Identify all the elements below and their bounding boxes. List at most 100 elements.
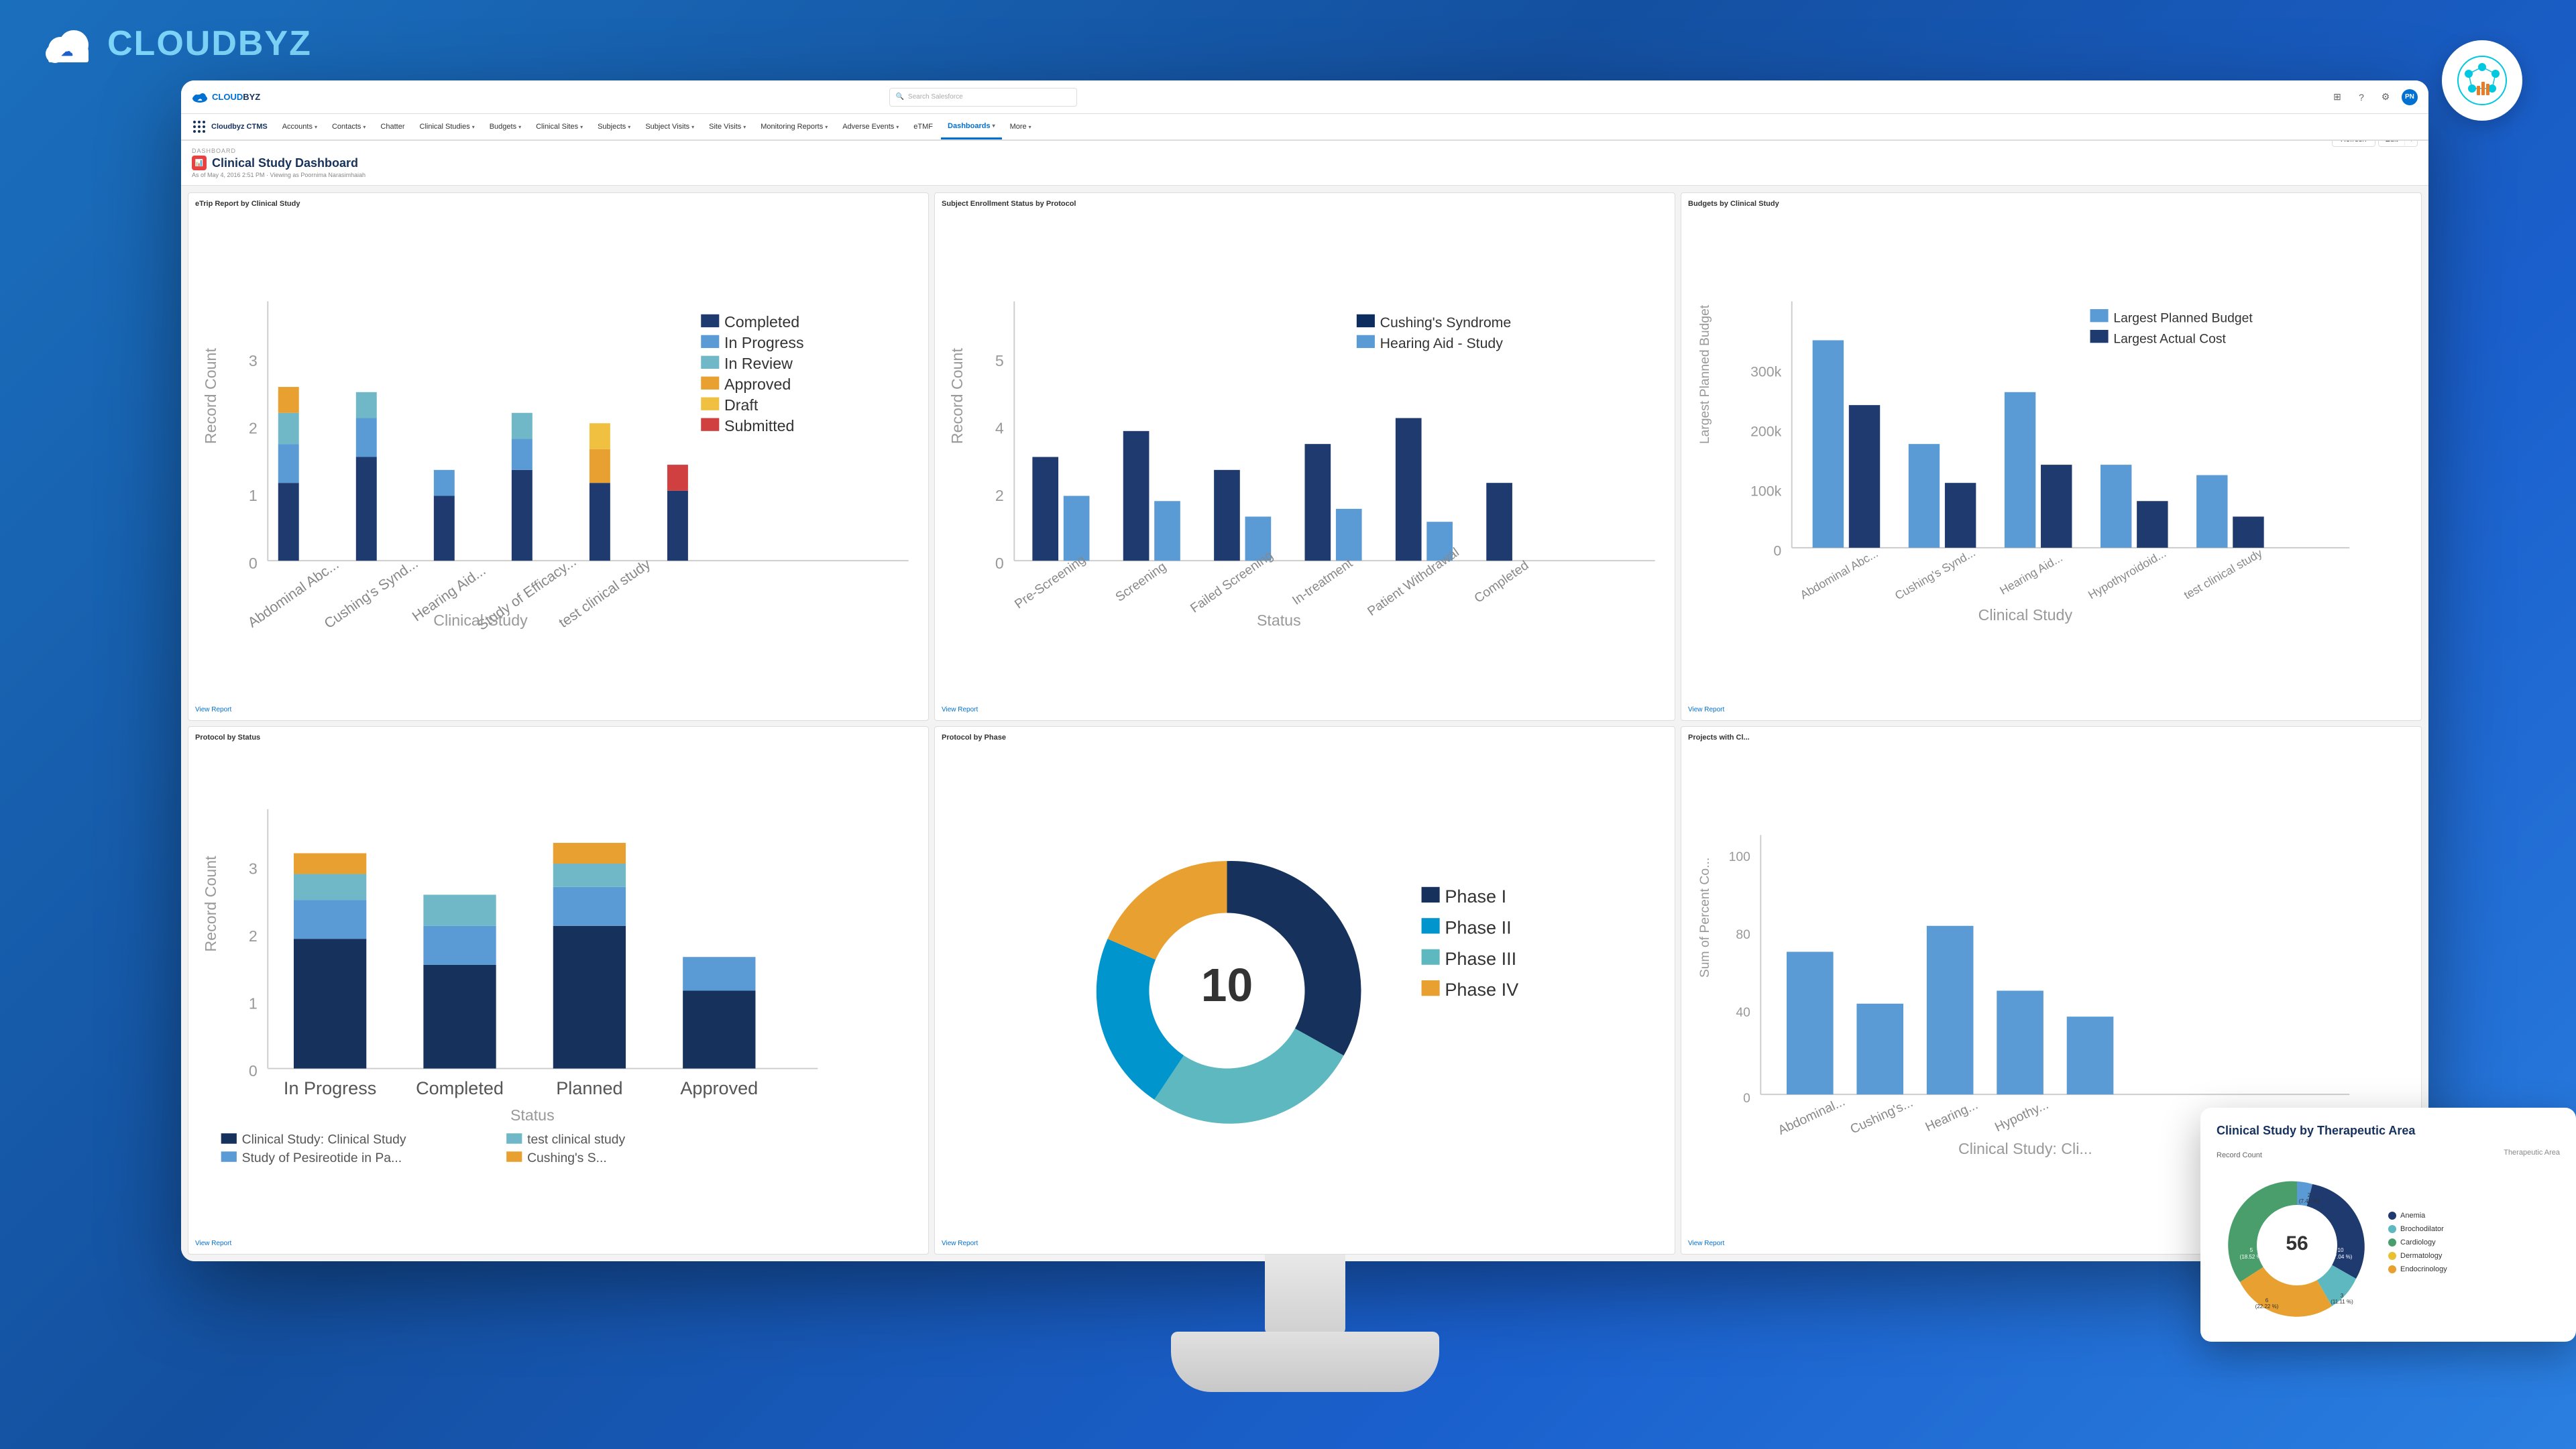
monitor-screen: ☁ CLOUDBYZ 🔍 Search Salesforce ⊞ ? ⚙ PN bbox=[181, 80, 2428, 1261]
nav-item-budgets[interactable]: Budgets ▾ bbox=[483, 114, 528, 139]
svg-text:0: 0 bbox=[1743, 1092, 1750, 1106]
svg-text:3: 3 bbox=[249, 352, 258, 369]
etrip-view-report[interactable]: View Report bbox=[195, 706, 921, 713]
nav-item-adverse-events[interactable]: Adverse Events ▾ bbox=[836, 114, 905, 139]
svg-text:Cushing's...: Cushing's... bbox=[1848, 1096, 1915, 1137]
legend-dot-cardiology bbox=[2388, 1238, 2396, 1247]
svg-text:Clinical Study: Clinical Study bbox=[1978, 606, 2073, 624]
monitor-wrapper: ☁ CLOUDBYZ 🔍 Search Salesforce ⊞ ? ⚙ PN bbox=[181, 80, 2428, 1395]
enrollment-chart-body: 0 2 4 5 bbox=[942, 211, 1668, 703]
nav-item-more[interactable]: More ▾ bbox=[1003, 114, 1038, 139]
enrollment-view-report[interactable]: View Report bbox=[942, 706, 1668, 713]
svg-text:200k: 200k bbox=[1750, 424, 1781, 440]
svg-text:In Progress: In Progress bbox=[284, 1078, 376, 1098]
enrollment-title: Subject Enrollment Status by Protocol bbox=[942, 200, 1668, 208]
enrollment-chart-svg: 0 2 4 5 bbox=[942, 211, 1668, 703]
svg-text:10: 10 bbox=[1201, 959, 1253, 1011]
svg-text:Phase III: Phase III bbox=[1445, 948, 1516, 969]
help-icon[interactable]: ? bbox=[2353, 89, 2369, 105]
svg-text:☁: ☁ bbox=[198, 97, 203, 102]
chevron-down-icon: ▾ bbox=[628, 124, 630, 130]
projects-title: Projects with Cl... bbox=[1688, 734, 2414, 742]
nav-item-chatter[interactable]: Chatter bbox=[374, 114, 411, 139]
dashboard-header: Refresh Edit ▾ DASHBOARD 📊 Clinical Stud… bbox=[181, 141, 2428, 186]
protocol-phase-chart-svg: 10 Phase I Phase II Phase III Phase IV bbox=[942, 744, 1668, 1237]
svg-text:test clinical study: test clinical study bbox=[527, 1133, 625, 1147]
legend-item-dermatology: Dermatology bbox=[2388, 1252, 2560, 1260]
svg-text:Record Count: Record Count bbox=[202, 856, 219, 952]
dashboard-subtitle: As of May 4, 2016 2:51 PM · Viewing as P… bbox=[192, 172, 2418, 178]
chevron-down-icon: ▾ bbox=[472, 124, 475, 130]
svg-text:Approved: Approved bbox=[680, 1078, 758, 1098]
setup-icon[interactable]: ⊞ bbox=[2329, 89, 2345, 105]
nav-item-dashboards[interactable]: Dashboards ▾ bbox=[941, 114, 1002, 139]
nav-item-accounts[interactable]: Accounts ▾ bbox=[276, 114, 324, 139]
floating-chart-title: Clinical Study by Therapeutic Area bbox=[2217, 1124, 2560, 1138]
sf-search-box[interactable]: 🔍 Search Salesforce bbox=[889, 88, 1077, 107]
floating-icon-svg bbox=[2455, 54, 2509, 107]
floating-chart-area: 56 2 (7.41 %) 10 (37.04 %) 3 (11.11 %) 6… bbox=[2217, 1165, 2560, 1326]
legend-item-cardiology: Cardiology bbox=[2388, 1238, 2560, 1247]
nav-item-subject-visits[interactable]: Subject Visits ▾ bbox=[638, 114, 701, 139]
settings-icon[interactable]: ⚙ bbox=[2377, 89, 2394, 105]
svg-text:2: 2 bbox=[249, 927, 258, 945]
svg-text:1: 1 bbox=[249, 995, 258, 1012]
svg-text:100k: 100k bbox=[1750, 483, 1781, 500]
svg-text:4: 4 bbox=[995, 420, 1004, 437]
nav-item-etmf[interactable]: eTMF bbox=[907, 114, 940, 139]
floating-chart-card: Clinical Study by Therapeutic Area Thera… bbox=[2200, 1108, 2576, 1342]
legend-item-anemia: Anemia bbox=[2388, 1212, 2560, 1220]
chevron-down-icon: ▾ bbox=[580, 124, 583, 130]
edit-dropdown-button[interactable]: ▾ bbox=[2404, 141, 2418, 147]
svg-text:6: 6 bbox=[2265, 1297, 2269, 1303]
floating-legend: Anemia Brochodilator Cardiology Dermatol… bbox=[2388, 1212, 2560, 1279]
chevron-down-icon: ▾ bbox=[1029, 124, 1031, 130]
svg-text:Hearing Aid...: Hearing Aid... bbox=[1997, 550, 2064, 597]
protocol-status-title: Protocol by Status bbox=[195, 734, 921, 742]
svg-text:☁: ☁ bbox=[61, 45, 73, 58]
enrollment-card: Subject Enrollment Status by Protocol 0 … bbox=[934, 192, 1675, 721]
nav-app-label: Cloudbyz CTMS bbox=[186, 114, 274, 139]
budgets-chart-svg: 0 100k 200k 300k bbox=[1688, 211, 2414, 703]
svg-text:Sum of Percent Co...: Sum of Percent Co... bbox=[1698, 858, 1712, 978]
chevron-down-icon: ▾ bbox=[691, 124, 694, 130]
svg-text:Largest Actual Cost: Largest Actual Cost bbox=[2113, 332, 2226, 346]
sf-navbar: Cloudbyz CTMS Accounts ▾ Contacts ▾ Chat… bbox=[181, 114, 2428, 141]
svg-text:5: 5 bbox=[995, 352, 1004, 369]
svg-text:40: 40 bbox=[1736, 1006, 1750, 1020]
protocol-phase-title: Protocol by Phase bbox=[942, 734, 1668, 742]
svg-text:0: 0 bbox=[1773, 542, 1781, 559]
refresh-button[interactable]: Refresh bbox=[2332, 141, 2375, 147]
svg-text:Phase II: Phase II bbox=[1445, 917, 1511, 937]
logo-part2: BYZ bbox=[238, 24, 312, 63]
sf-logo-text: CLOUDBYZ bbox=[212, 92, 260, 102]
protocol-status-chart-svg: 0 1 2 3 bbox=[195, 744, 921, 1237]
svg-text:(11.11 %): (11.11 %) bbox=[2331, 1299, 2353, 1305]
nav-item-contacts[interactable]: Contacts ▾ bbox=[325, 114, 372, 139]
chevron-down-icon: ▾ bbox=[896, 124, 899, 130]
svg-text:Planned: Planned bbox=[556, 1078, 622, 1098]
nav-item-clinical-sites[interactable]: Clinical Sites ▾ bbox=[529, 114, 590, 139]
nav-item-monitoring-reports[interactable]: Monitoring Reports ▾ bbox=[754, 114, 834, 139]
svg-text:In Review: In Review bbox=[724, 355, 793, 372]
protocol-phase-view-report[interactable]: View Report bbox=[942, 1240, 1668, 1247]
svg-text:In Progress: In Progress bbox=[724, 334, 804, 351]
protocol-status-view-report[interactable]: View Report bbox=[195, 1240, 921, 1247]
svg-text:5: 5 bbox=[2250, 1247, 2253, 1253]
svg-text:Record Count: Record Count bbox=[948, 348, 966, 445]
budgets-chart-body: 0 100k 200k 300k bbox=[1688, 211, 2414, 703]
svg-text:(37.04 %): (37.04 %) bbox=[2329, 1254, 2353, 1260]
svg-text:Draft: Draft bbox=[724, 396, 759, 414]
edit-button[interactable]: Edit bbox=[2378, 141, 2405, 147]
dashboard-breadcrumb: DASHBOARD bbox=[192, 148, 2418, 154]
nav-item-subjects[interactable]: Subjects ▾ bbox=[591, 114, 637, 139]
floating-donut: 56 2 (7.41 %) 10 (37.04 %) 3 (11.11 %) 6… bbox=[2217, 1165, 2377, 1326]
budgets-view-report[interactable]: View Report bbox=[1688, 706, 2414, 713]
chevron-down-icon: ▾ bbox=[993, 123, 995, 129]
svg-text:In-treatment: In-treatment bbox=[1290, 556, 1356, 607]
svg-text:Clinical Study: Clinical Study bbox=[433, 612, 528, 629]
svg-text:10: 10 bbox=[2338, 1247, 2344, 1253]
nav-item-site-visits[interactable]: Site Visits ▾ bbox=[702, 114, 752, 139]
nav-item-clinical-studies[interactable]: Clinical Studies ▾ bbox=[413, 114, 482, 139]
user-avatar[interactable]: PN bbox=[2402, 89, 2418, 105]
